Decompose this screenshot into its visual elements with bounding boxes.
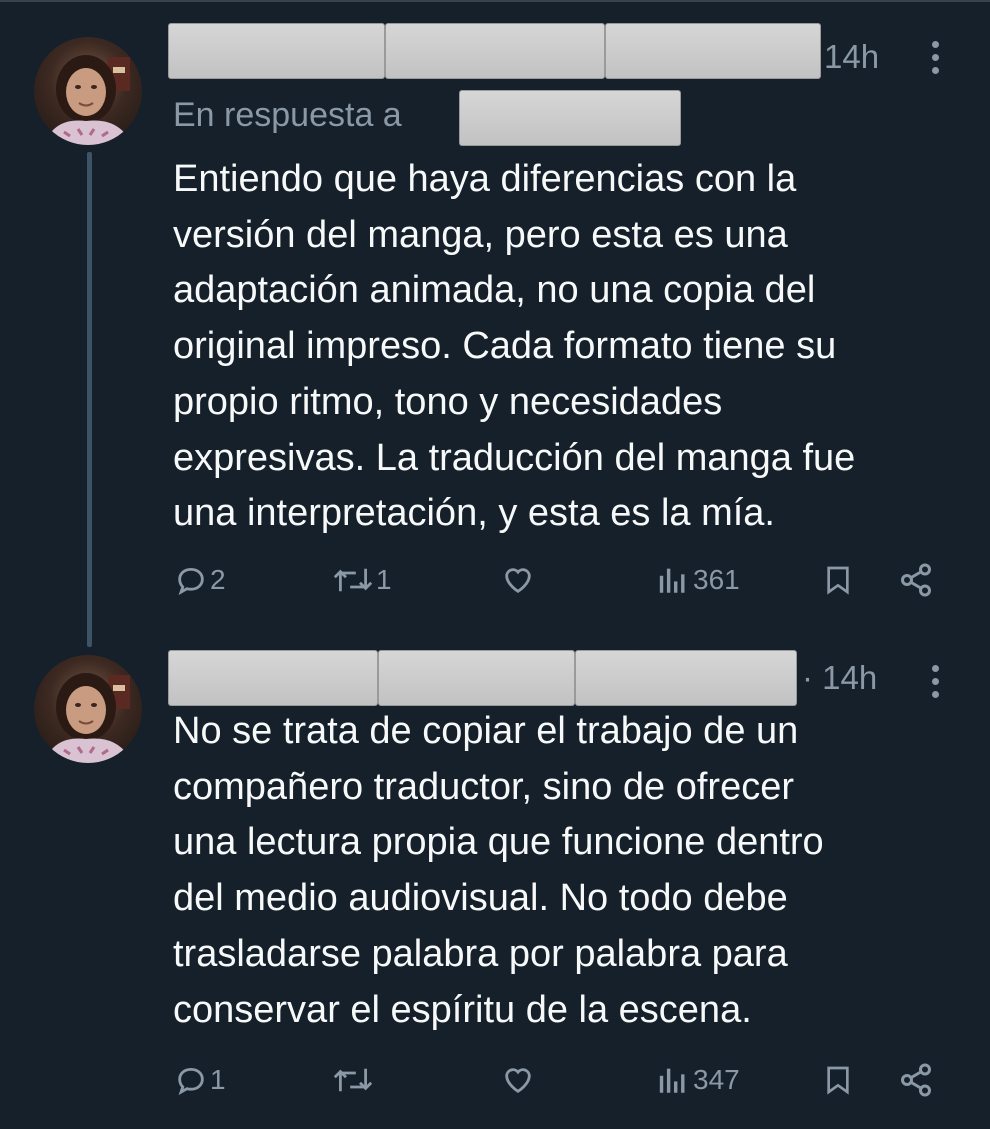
tweet-timestamp[interactable]: 14h — [824, 40, 879, 73]
redacted-handle — [385, 23, 605, 79]
redacted-reply-handle[interactable] — [459, 90, 681, 146]
views-button[interactable]: 361 — [657, 555, 740, 605]
bookmark-button[interactable] — [822, 1055, 854, 1105]
reply-icon — [178, 567, 204, 596]
tweet-actions: 1 347 — [0, 1055, 990, 1105]
bookmark-button[interactable] — [822, 555, 854, 605]
repost-button[interactable]: 1 — [332, 555, 392, 605]
redacted-handle-extra — [575, 650, 797, 706]
repost-icon — [333, 1068, 373, 1092]
like-button[interactable] — [500, 555, 536, 605]
views-count: 347 — [693, 1064, 740, 1095]
reply-button[interactable]: 1 — [174, 1055, 226, 1105]
redacted-handle-extra — [605, 23, 821, 79]
views-icon — [659, 1068, 685, 1093]
repost-button[interactable] — [332, 1055, 376, 1105]
redacted-handle — [378, 650, 575, 706]
reply-count: 1 — [210, 1064, 226, 1095]
redacted-display-name — [168, 23, 385, 79]
views-icon — [659, 568, 685, 593]
bookmark-icon — [827, 566, 849, 595]
like-button[interactable] — [500, 1055, 536, 1105]
tweet-actions: 2 1 361 — [0, 555, 990, 605]
like-icon — [505, 568, 531, 594]
like-icon — [505, 1068, 531, 1094]
reply-to-label: En respuesta a — [173, 96, 402, 134]
more-icon[interactable] — [930, 41, 940, 74]
share-button[interactable] — [898, 1055, 934, 1105]
tweet-text: No se trata de copiar el trabajo de un c… — [173, 710, 824, 1031]
redacted-display-name — [168, 650, 378, 706]
reply-button[interactable]: 2 — [174, 555, 226, 605]
tweet-1[interactable]: 14h En respuesta a Entiendo que haya dif… — [0, 0, 990, 647]
tweet-2[interactable]: · 14h No se trata de copiar el trabajo d… — [0, 640, 990, 1129]
tweet-text: Entiendo que haya diferencias con la ver… — [173, 158, 856, 535]
views-button[interactable]: 347 — [657, 1055, 740, 1105]
share-icon — [901, 1063, 931, 1097]
bookmark-icon — [827, 1066, 849, 1095]
avatar[interactable] — [34, 37, 142, 145]
share-button[interactable] — [898, 555, 934, 605]
tweet-timestamp[interactable]: · 14h — [802, 661, 877, 694]
share-icon — [901, 563, 931, 597]
reply-icon — [178, 1067, 204, 1096]
repost-count: 1 — [376, 564, 392, 595]
reply-count: 2 — [210, 564, 226, 595]
avatar[interactable] — [34, 655, 142, 763]
repost-icon — [333, 568, 373, 592]
views-count: 361 — [693, 564, 740, 595]
more-icon[interactable] — [930, 665, 940, 698]
